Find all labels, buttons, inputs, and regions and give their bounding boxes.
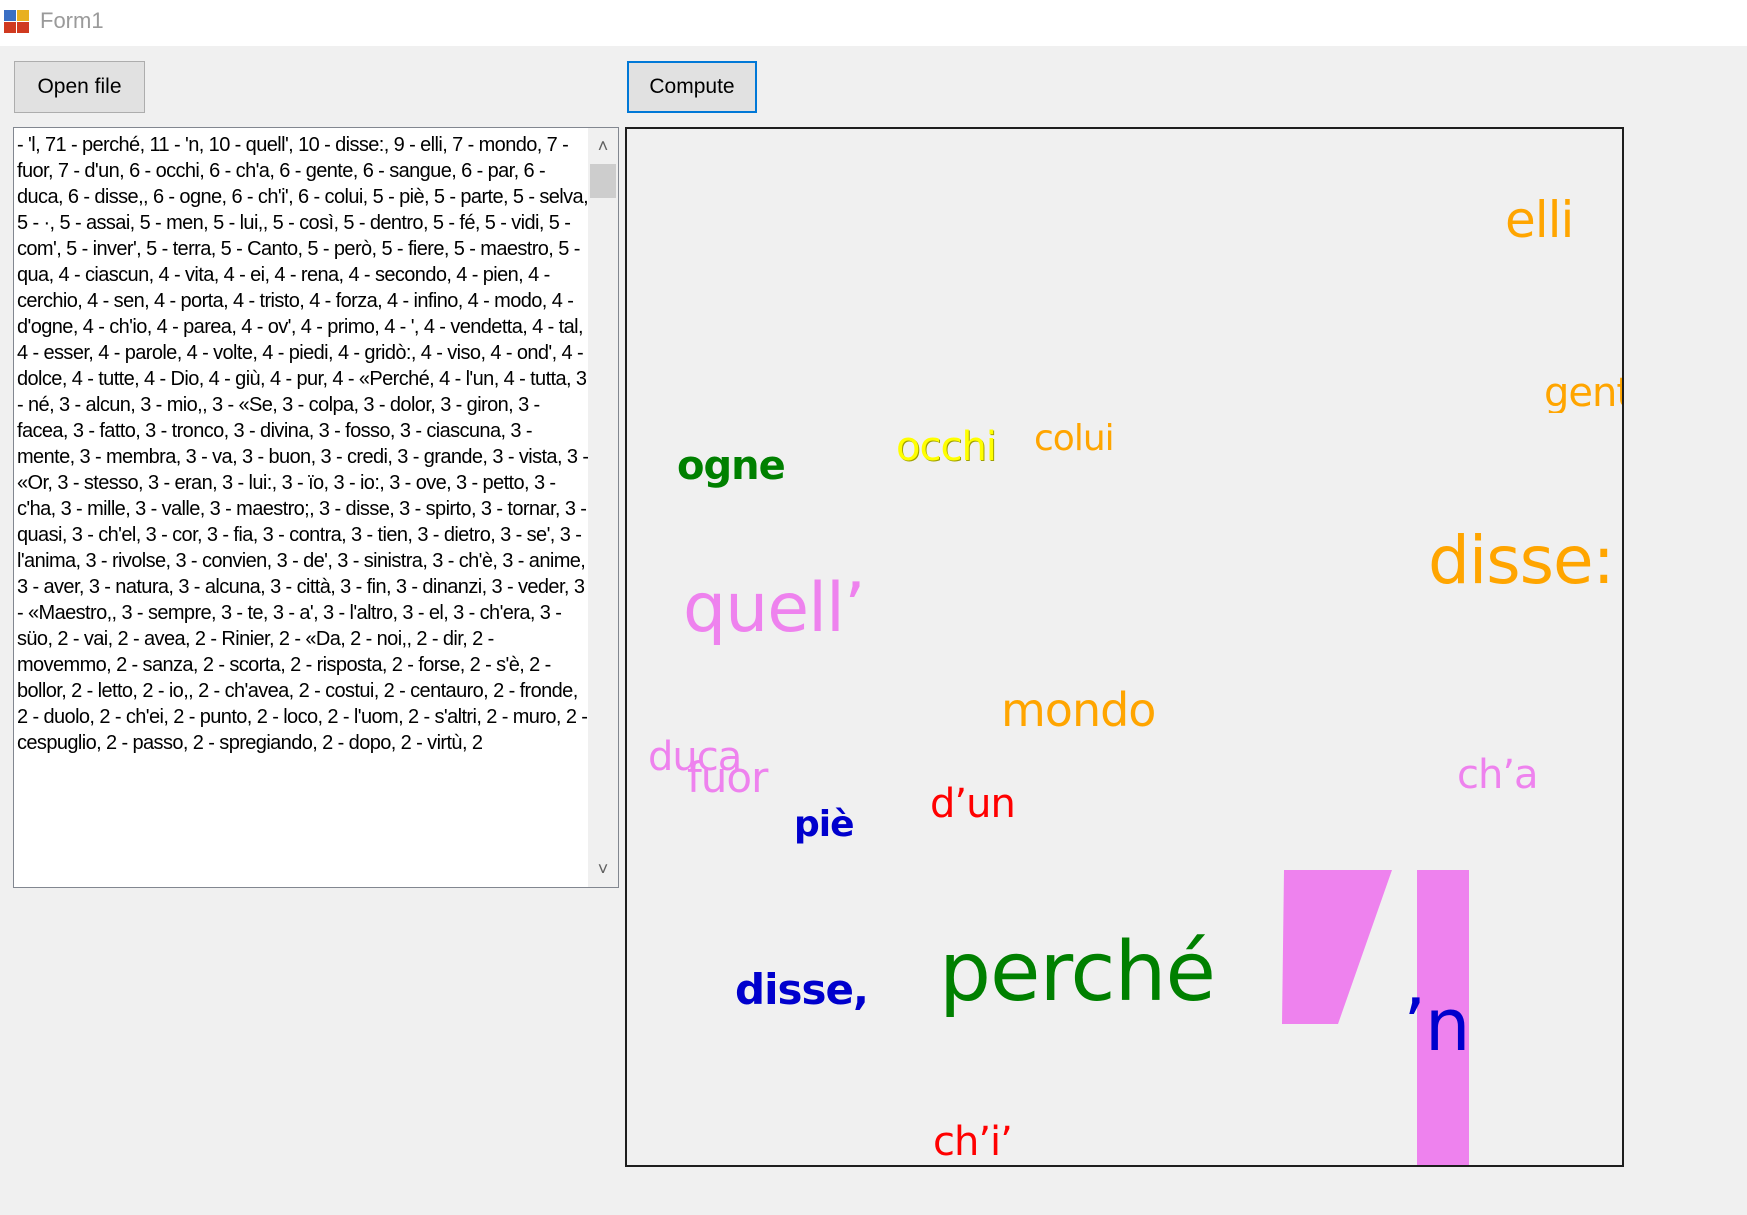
word-ogne: ogne (677, 443, 786, 489)
window-title: Form1 (40, 8, 104, 33)
word-colui: colui (1034, 418, 1115, 459)
chevron-down-icon[interactable]: ˅ (588, 851, 618, 887)
word-pie: piè (794, 804, 855, 845)
word-gente: gente (1544, 373, 1622, 413)
word-mondo: mondo (1001, 683, 1156, 737)
word-apostrophe-mark (1282, 870, 1392, 1024)
word-elli: elli (1505, 191, 1574, 249)
compute-button[interactable]: Compute (627, 61, 757, 113)
word-occhi: occhi (896, 424, 997, 470)
word-cloud-canvas: elli gente ogne occhi colui disse: quell… (625, 127, 1624, 1167)
word-disse-comma: disse, (735, 965, 869, 1014)
word-n: ’n (1403, 983, 1471, 1067)
frequency-textbox[interactable]: - 'l, 71 - perché, 11 - 'n, 10 - quell',… (13, 127, 619, 888)
word-fuor: fuor (687, 753, 768, 802)
word-quell: quell’ (683, 569, 865, 648)
word-disse-colon: disse: (1428, 522, 1615, 599)
open-file-button[interactable]: Open file (14, 61, 145, 113)
vertical-scrollbar[interactable]: ˄ ˅ (588, 128, 618, 887)
scroll-thumb[interactable] (590, 164, 616, 198)
word-cha: ch’a (1457, 752, 1539, 798)
word-perche: perché (939, 925, 1216, 1020)
chevron-up-icon[interactable]: ˄ (588, 128, 618, 164)
frequency-list-text: - 'l, 71 - perché, 11 - 'n, 10 - quell',… (17, 134, 589, 754)
app-icon (4, 10, 32, 36)
word-chi: ch’i’ (933, 1119, 1013, 1165)
word-dun: d’un (930, 781, 1016, 827)
title-bar: Form1 (0, 0, 1747, 46)
